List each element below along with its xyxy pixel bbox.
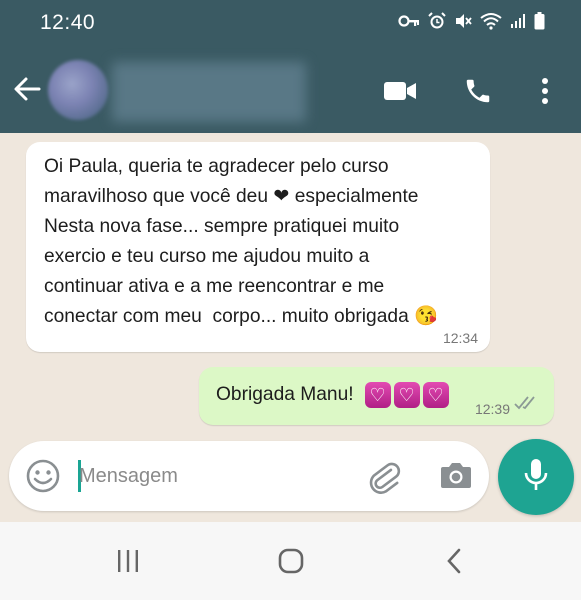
message-line: continuar ativa e a me reencontrar e me	[44, 276, 385, 297]
message-text: Oi Paula, queria te agradecer pelo curso…	[44, 152, 472, 332]
more-options-icon[interactable]	[530, 76, 560, 106]
message-line: Oi Paula, queria te agradecer pelo curso	[44, 156, 389, 177]
heart-decoration-icon: ♡	[422, 382, 449, 408]
status-time: 12:40	[40, 11, 96, 34]
voice-call-icon[interactable]	[461, 76, 495, 106]
message-input[interactable]	[79, 461, 339, 491]
attach-icon[interactable]	[365, 457, 403, 500]
status-icons	[398, 12, 545, 35]
signal-icon	[510, 13, 526, 34]
back-icon[interactable]	[434, 544, 474, 578]
message-composer	[9, 441, 489, 511]
contact-name[interactable]	[112, 62, 306, 122]
chat-header: 12:40	[0, 0, 581, 133]
message-line: conectar com meu corpo... muito obrigada…	[44, 306, 438, 327]
app-bar	[0, 52, 581, 132]
message-time: 12:34	[442, 330, 478, 346]
mic-button[interactable]	[498, 439, 574, 515]
message-text: Obrigada Manu! ♡ ♡ ♡	[216, 382, 449, 408]
heart-decoration-icon: ♡	[364, 382, 391, 408]
message-line: Nesta nova fase... sempre pratiquei muit…	[44, 216, 400, 237]
incoming-message[interactable]: Oi Paula, queria te agradecer pelo curso…	[26, 142, 490, 352]
alarm-icon	[428, 12, 446, 35]
mic-icon	[520, 457, 552, 498]
heart-decoration-icon: ♡	[393, 382, 420, 408]
emoji-icon[interactable]	[25, 458, 61, 499]
key-icon	[398, 14, 420, 33]
wifi-icon	[480, 12, 502, 35]
system-nav-bar	[0, 522, 581, 600]
avatar[interactable]	[48, 60, 108, 120]
mute-icon	[454, 12, 472, 35]
message-line: maravilhoso que você deu ❤ especialmente	[44, 186, 419, 207]
message-line: exercio e teu curso me ajudou muito a	[44, 246, 370, 267]
home-icon[interactable]	[271, 544, 311, 578]
message-time: 12:39	[474, 401, 510, 417]
message-body: Obrigada Manu!	[216, 384, 354, 405]
recent-apps-icon[interactable]	[108, 544, 148, 578]
read-ticks-icon	[514, 395, 540, 416]
outgoing-message[interactable]: Obrigada Manu! ♡ ♡ ♡ 12:39	[199, 367, 554, 425]
heart-emojis: ♡ ♡ ♡	[362, 382, 449, 408]
back-arrow-icon[interactable]	[10, 72, 44, 106]
video-call-icon[interactable]	[383, 76, 417, 106]
camera-icon[interactable]	[439, 459, 473, 496]
battery-icon	[534, 12, 545, 35]
